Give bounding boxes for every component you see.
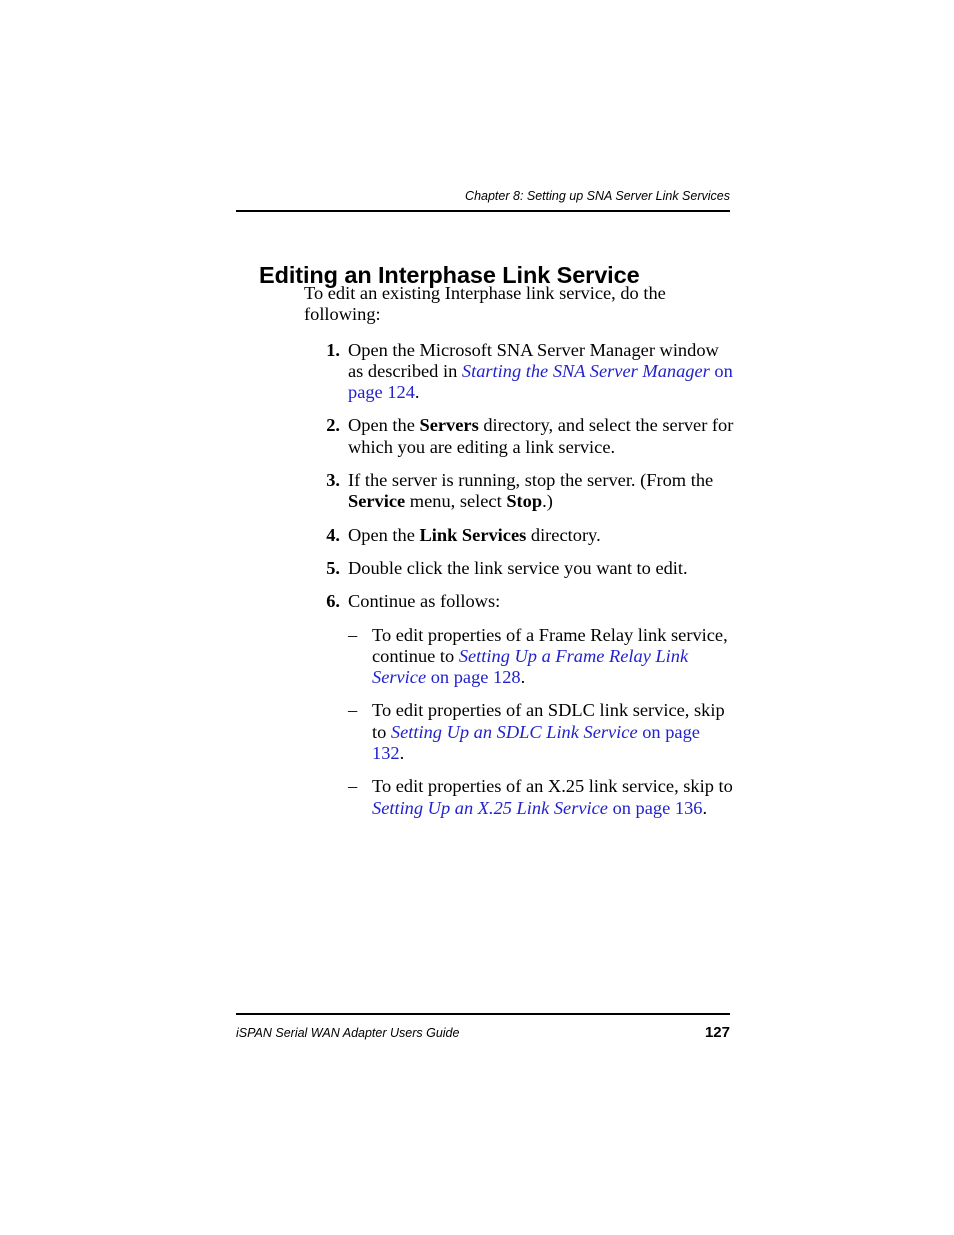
list-item-text: If the server is running, stop the serve… <box>348 470 713 511</box>
footer-rule <box>236 1013 730 1015</box>
list-item-number: 5. <box>326 557 340 578</box>
cross-reference-page[interactable]: on page 136 <box>608 798 703 818</box>
list-item: 4. Open the Link Services directory. <box>304 525 734 546</box>
sub-text-tail: . <box>399 743 405 764</box>
list-item-number: 1. <box>326 339 340 360</box>
list-item-text: Open the Link Services directory. <box>348 525 601 545</box>
body-content: To edit an existing Interphase link serv… <box>304 283 734 831</box>
cross-reference-page[interactable]: on page 128 <box>426 667 521 687</box>
ui-term: Service <box>348 491 406 512</box>
page-number: 127 <box>704 1024 730 1041</box>
step-text: If the server is running, stop the serve… <box>348 470 714 491</box>
list-item-number: 2. <box>326 415 340 436</box>
sub-text-tail: . <box>702 797 708 818</box>
list-item-number: 3. <box>326 470 340 491</box>
sub-text-tail: . <box>520 667 526 688</box>
ui-term-secondary: Stop <box>506 491 543 512</box>
sub-item-text: To edit properties of an X.25 link servi… <box>372 776 733 817</box>
list-item-text: Open the Microsoft SNA Server Manager wi… <box>348 340 733 403</box>
ui-term: Servers <box>419 415 479 436</box>
footer-row: iSPAN Serial WAN Adapter Users Guide 127 <box>236 1024 730 1041</box>
list-item-number: 4. <box>326 524 340 545</box>
step-text-tail: .) <box>542 491 553 512</box>
running-head: Chapter 8: Setting up SNA Server Link Se… <box>465 189 730 203</box>
step-text: Open the <box>348 415 420 436</box>
step-text-tail: directory. <box>526 524 601 545</box>
header-rule <box>236 210 730 212</box>
list-item: – To edit properties of an SDLC link ser… <box>348 700 734 764</box>
step-text-tail: . <box>414 382 420 403</box>
list-item: 1. Open the Microsoft SNA Server Manager… <box>304 340 734 404</box>
list-item-text: Double click the link service you want t… <box>348 557 688 578</box>
list-item: – To edit properties of a Frame Relay li… <box>348 625 734 689</box>
document-page: Chapter 8: Setting up SNA Server Link Se… <box>0 0 954 1235</box>
list-item: 5. Double click the link service you wan… <box>304 558 734 579</box>
ui-term: Link Services <box>419 524 527 545</box>
dash-bullet-icon: – <box>348 776 358 797</box>
list-item-text: Open the Servers directory, and select t… <box>348 415 733 456</box>
step-text-mid: menu, select <box>405 491 507 512</box>
list-item: – To edit properties of an X.25 link ser… <box>348 776 734 819</box>
sub-item-text: To edit properties of an SDLC link servi… <box>372 700 725 763</box>
sub-item-text: To edit properties of a Frame Relay link… <box>372 625 728 688</box>
list-item: 6. Continue as follows: – To edit proper… <box>304 591 734 819</box>
sub-list: – To edit properties of a Frame Relay li… <box>348 625 734 819</box>
page-header: Chapter 8: Setting up SNA Server Link Se… <box>236 188 730 212</box>
cross-reference-link[interactable]: Setting Up an X.25 Link Service <box>372 798 608 818</box>
sub-text: To edit properties of an X.25 link servi… <box>372 776 733 797</box>
dash-bullet-icon: – <box>348 700 358 721</box>
procedure-list: 1. Open the Microsoft SNA Server Manager… <box>304 340 734 819</box>
list-item: 3. If the server is running, stop the se… <box>304 470 734 513</box>
document-title: iSPAN Serial WAN Adapter Users Guide <box>236 1026 460 1040</box>
list-item: 2. Open the Servers directory, and selec… <box>304 415 734 458</box>
list-item-number: 6. <box>326 591 340 612</box>
page-footer: iSPAN Serial WAN Adapter Users Guide 127 <box>236 1013 730 1041</box>
cross-reference-link[interactable]: Starting the SNA Server Manager <box>462 361 710 381</box>
intro-paragraph: To edit an existing Interphase link serv… <box>304 283 666 325</box>
step-text: Open the <box>348 524 420 545</box>
list-item-text: Continue as follows: <box>348 591 501 612</box>
cross-reference-link[interactable]: Setting Up an SDLC Link Service <box>391 722 638 742</box>
dash-bullet-icon: – <box>348 624 358 645</box>
